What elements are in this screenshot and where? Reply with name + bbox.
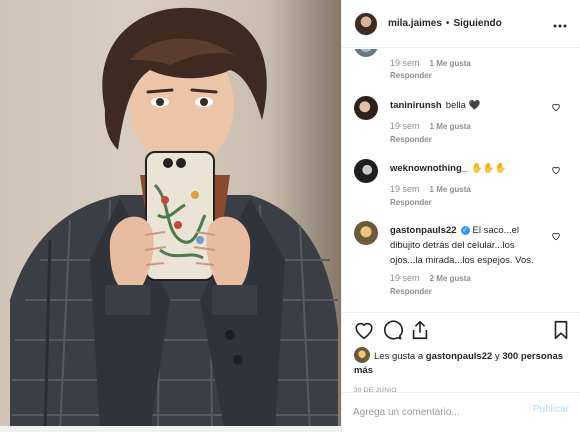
likes-summary: Les gusta a gastonpauls22 y 300 personas…: [354, 347, 564, 378]
liker-username[interactable]: gastonpauls22: [426, 351, 493, 362]
like-comment-heart-icon[interactable]: [551, 102, 561, 112]
following-button[interactable]: Siguiendo: [453, 18, 501, 29]
comment-likes[interactable]: 2 Me gusta: [430, 274, 471, 283]
comment-meta: 19 sem 2 Me gusta: [390, 273, 471, 283]
comment-meta: 19 sem 1 Me gusta: [390, 58, 471, 68]
comment-age: 19 sem: [390, 273, 420, 283]
comment-meta: 19 sem 1 Me gusta: [390, 121, 471, 131]
commenter-avatar[interactable]: [354, 49, 378, 57]
author-avatar[interactable]: [354, 11, 378, 36]
verified-badge-icon: ✓: [460, 226, 470, 235]
more-options-icon[interactable]: [551, 14, 569, 32]
comment-body: ✋✋✋: [471, 163, 507, 174]
comment-age: 19 sem: [390, 58, 420, 68]
comment-likes[interactable]: 1 Me gusta: [430, 185, 471, 194]
comment-text: gastonpauls22 ✓ El saco...el dibujito detr…: [390, 223, 540, 268]
post-photo[interactable]: [0, 0, 341, 432]
share-icon[interactable]: [409, 319, 431, 341]
comment-age: 19 sem: [390, 184, 420, 194]
commenter-username[interactable]: gastonpauls22: [390, 225, 457, 236]
author-username[interactable]: mila.jaimes: [388, 18, 442, 29]
commenter-avatar[interactable]: [354, 221, 378, 245]
commenter-username[interactable]: weknownothing_: [390, 163, 467, 174]
photo-bottom-edge: [0, 426, 341, 432]
reply-button[interactable]: Responder: [390, 287, 432, 296]
post-header: mila.jaimes • Siguiendo: [342, 0, 580, 48]
liker-avatar[interactable]: [354, 347, 370, 363]
reply-button[interactable]: Responder: [390, 135, 432, 144]
likes-prefix: Les gusta a: [374, 351, 426, 362]
comment-item: gastonpauls22 ✓ El saco...el dibujito detr…: [342, 221, 580, 311]
commenter-avatar[interactable]: [354, 96, 378, 120]
portrait-illustration: [10, 7, 338, 432]
comment-likes[interactable]: 1 Me gusta: [430, 122, 471, 131]
reply-button[interactable]: Responder: [390, 198, 432, 207]
comment-age: 19 sem: [390, 121, 420, 131]
bookmark-icon[interactable]: [550, 319, 572, 341]
heart-icon[interactable]: [353, 319, 375, 341]
comment-body: bella 🖤: [445, 100, 481, 111]
comments-list[interactable]: 19 sem 1 Me gusta Responder taninirunsh be…: [342, 49, 580, 311]
like-comment-heart-icon[interactable]: [551, 231, 561, 241]
comment-meta: 19 sem 1 Me gusta: [390, 184, 471, 194]
comment-composer: Publicar: [342, 392, 580, 432]
comment-text: weknownothing_ ✋✋✋: [390, 161, 540, 176]
comment-icon[interactable]: [381, 319, 403, 341]
header-separator: •: [445, 18, 450, 29]
comment-input[interactable]: [353, 402, 523, 422]
comment-text: taninirunsh bella 🖤: [390, 98, 540, 113]
reply-button[interactable]: Responder: [390, 71, 432, 80]
commenter-username[interactable]: taninirunsh: [390, 100, 442, 111]
instagram-post-modal: mila.jaimes • Siguiendo 19 sem 1 Me gusta…: [0, 0, 580, 432]
like-comment-heart-icon[interactable]: [551, 165, 561, 175]
post-side-panel: mila.jaimes • Siguiendo 19 sem 1 Me gusta…: [341, 0, 580, 432]
likes-middle: y: [492, 351, 503, 362]
commenter-avatar[interactable]: [354, 159, 378, 183]
post-comment-button[interactable]: Publicar: [533, 404, 569, 415]
comment-likes[interactable]: 1 Me gusta: [430, 59, 471, 68]
